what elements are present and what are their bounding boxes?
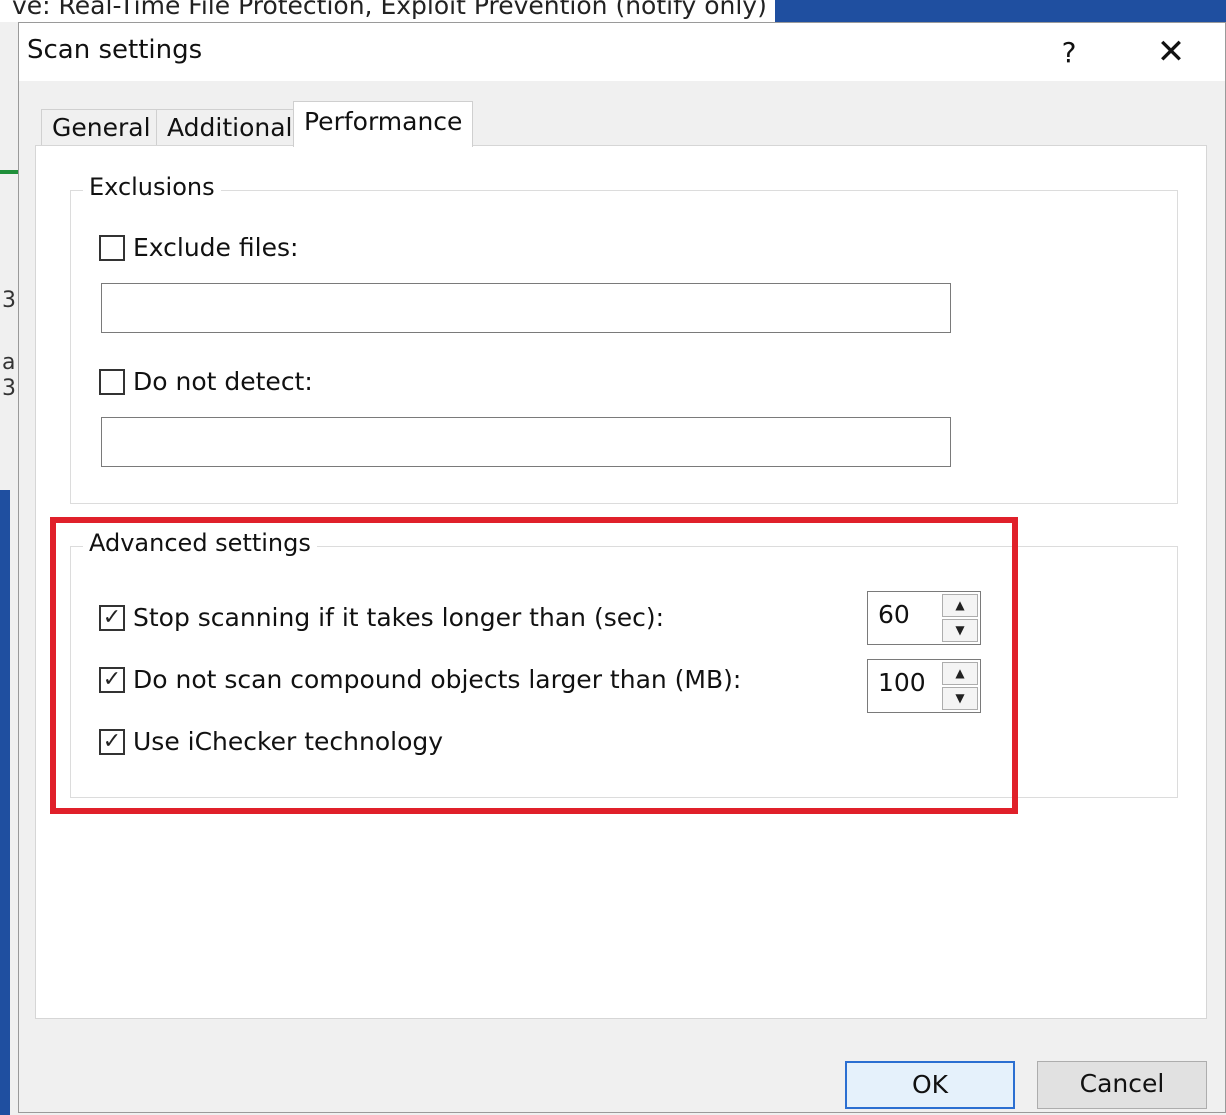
scan-settings-dialog: Scan settings ? ✕ General Additional Per… bbox=[18, 22, 1226, 1113]
exclude-files-label: Exclude files: bbox=[133, 233, 299, 262]
exclusions-legend: Exclusions bbox=[83, 173, 221, 201]
do-not-detect-row[interactable]: Do not detect: bbox=[99, 367, 313, 396]
do-not-detect-label: Do not detect: bbox=[133, 367, 313, 396]
compound-objects-up-button[interactable]: ▲ bbox=[942, 662, 978, 685]
stop-scanning-checkbox[interactable]: ✓ bbox=[99, 604, 125, 631]
do-not-detect-input[interactable] bbox=[101, 417, 951, 467]
performance-tab-panel: Exclusions Exclude files: Do not detect: bbox=[35, 145, 1207, 1019]
cancel-button-label: Cancel bbox=[1079, 1069, 1165, 1098]
exclude-files-row[interactable]: Exclude files: bbox=[99, 233, 298, 262]
stop-scanning-spinbox[interactable]: 60 ▲ ▼ bbox=[867, 591, 981, 645]
dialog-title: Scan settings bbox=[27, 35, 203, 65]
close-button[interactable]: ✕ bbox=[1149, 33, 1193, 73]
compound-objects-row[interactable]: ✓ Do not scan compound objects larger th… bbox=[99, 665, 741, 694]
help-button[interactable]: ? bbox=[1049, 33, 1089, 73]
check-icon: ✓ bbox=[102, 604, 122, 630]
tab-general[interactable]: General bbox=[41, 109, 162, 145]
compound-objects-checkbox[interactable]: ✓ bbox=[99, 666, 125, 693]
tab-performance[interactable]: Performance bbox=[293, 101, 474, 147]
background-left-blue bbox=[0, 490, 10, 1115]
background-status-text: ve: Real-Time File Protection, Exploit P… bbox=[12, 0, 767, 20]
close-icon: ✕ bbox=[1156, 32, 1186, 72]
dialog-title-bar[interactable]: Scan settings ? ✕ bbox=[19, 23, 1225, 81]
compound-objects-value: 100 bbox=[878, 668, 926, 697]
tab-additional-label: Additional bbox=[167, 113, 293, 142]
advanced-settings-legend: Advanced settings bbox=[83, 529, 317, 557]
stop-scanning-label: Stop scanning if it takes longer than (s… bbox=[133, 603, 665, 632]
background-fragment-2: a bbox=[2, 350, 16, 375]
ok-button-label: OK bbox=[911, 1070, 949, 1099]
check-icon: ✓ bbox=[102, 666, 122, 692]
stop-scanning-up-button[interactable]: ▲ bbox=[942, 594, 978, 617]
exclusions-group: Exclusions Exclude files: Do not detect: bbox=[70, 173, 1178, 504]
arrow-up-icon: ▲ bbox=[955, 598, 965, 612]
dialog-client-area: General Additional Performance Exclusion… bbox=[19, 81, 1225, 1112]
ichecker-checkbox[interactable]: ✓ bbox=[99, 728, 125, 755]
tab-general-label: General bbox=[52, 113, 151, 142]
stop-scanning-value: 60 bbox=[878, 600, 910, 629]
arrow-down-icon: ▼ bbox=[955, 691, 965, 705]
compound-objects-down-button[interactable]: ▼ bbox=[942, 687, 978, 710]
stop-scanning-down-button[interactable]: ▼ bbox=[942, 619, 978, 642]
do-not-detect-checkbox[interactable] bbox=[99, 368, 125, 395]
compound-objects-spinbox[interactable]: 100 ▲ ▼ bbox=[867, 659, 981, 713]
arrow-up-icon: ▲ bbox=[955, 666, 965, 680]
cancel-button[interactable]: Cancel bbox=[1037, 1061, 1207, 1109]
exclude-files-input[interactable] bbox=[101, 283, 951, 333]
stop-scanning-row[interactable]: ✓ Stop scanning if it takes longer than … bbox=[99, 603, 664, 632]
tab-additional[interactable]: Additional bbox=[156, 109, 304, 145]
ichecker-label: Use iChecker technology bbox=[133, 727, 444, 756]
compound-objects-label: Do not scan compound objects larger than… bbox=[133, 665, 742, 694]
background-status-strip: ve: Real-Time File Protection, Exploit P… bbox=[0, 0, 775, 22]
tab-performance-label: Performance bbox=[304, 107, 463, 136]
check-icon: ✓ bbox=[102, 728, 122, 754]
help-icon: ? bbox=[1061, 36, 1077, 69]
background-fragment-1: 3 bbox=[2, 288, 16, 313]
exclude-files-checkbox[interactable] bbox=[99, 234, 125, 261]
background-green-line bbox=[0, 170, 18, 174]
ok-button[interactable]: OK bbox=[845, 1061, 1015, 1109]
arrow-down-icon: ▼ bbox=[955, 623, 965, 637]
ichecker-row[interactable]: ✓ Use iChecker technology bbox=[99, 727, 443, 756]
advanced-settings-group: Advanced settings ✓ Stop scanning if it … bbox=[70, 529, 1178, 798]
